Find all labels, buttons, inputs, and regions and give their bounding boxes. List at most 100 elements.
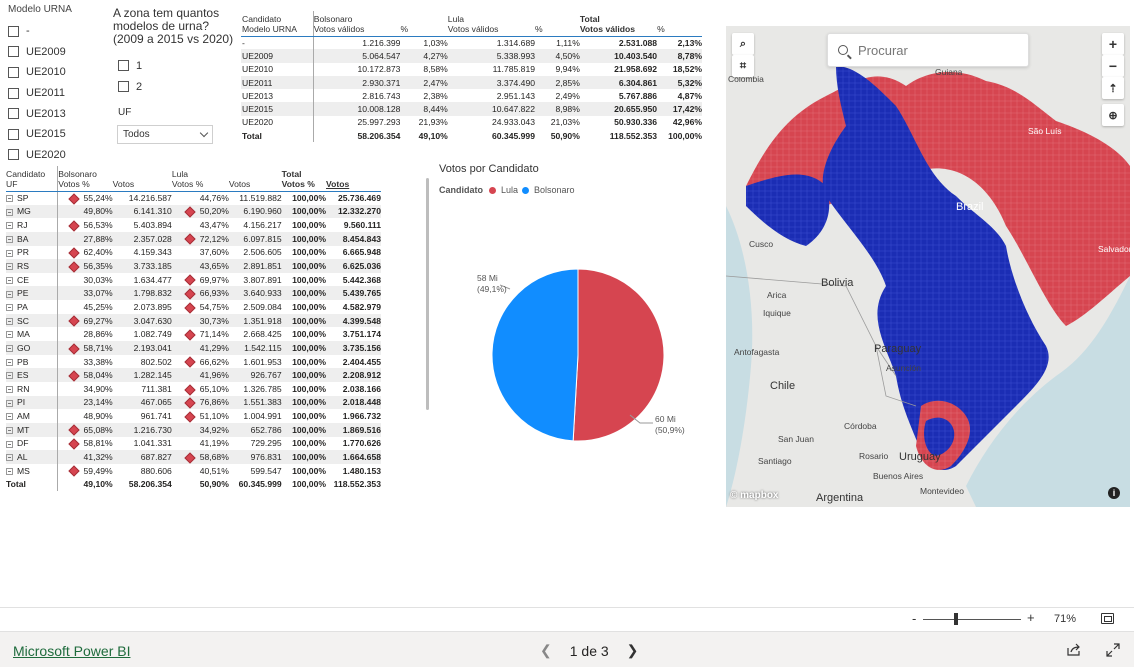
prev-page-icon[interactable]: ❮ [540,642,552,659]
zoom-to-fit-icon[interactable]: ⊕ [1102,104,1124,126]
table-cell: 100,00% [281,341,327,355]
table-cell-value: 1.551.383 [243,397,282,408]
checkbox[interactable] [8,128,19,140]
expand-icon[interactable] [6,372,13,380]
share-icon[interactable] [1067,643,1081,656]
expand-icon[interactable] [6,386,13,394]
compass-icon[interactable]: ⇡ [1102,77,1124,99]
expand-icon[interactable] [6,208,13,216]
expand-icon[interactable] [6,304,13,312]
slicer-option[interactable]: UE2020 [8,145,104,166]
pie-slice-lula[interactable] [572,268,665,442]
lasso-select-icon[interactable]: ⌕ [732,33,754,55]
table-cell-value: 2.357.028 [133,233,172,244]
checkbox[interactable] [8,46,19,58]
expand-icon[interactable] [6,195,13,203]
slicer-option[interactable]: - [8,21,104,42]
table-cell: 76,86% [171,395,229,410]
table-cell-value: 2.038.166 [342,383,381,394]
expand-icon[interactable] [6,413,13,421]
table-cell-value: 33,38% [83,356,113,367]
slicer-option[interactable]: UE2010 [8,62,104,83]
legend-item-bolsonaro[interactable]: Bolsonaro [534,185,575,195]
zoom-in-button[interactable]: + [1102,33,1124,55]
table-cell: 41,29% [171,341,229,355]
slicer-option[interactable]: UE2013 [8,103,104,124]
expand-icon[interactable] [6,317,13,325]
expand-icon[interactable] [6,290,13,298]
uf-dropdown[interactable]: Todos [117,125,213,144]
table-cell: - [241,36,314,50]
expand-icon[interactable] [6,399,13,407]
checkbox[interactable] [8,108,19,120]
expand-icon[interactable] [6,276,13,284]
slicer-option[interactable]: 2 [118,76,238,97]
expand-icon[interactable] [6,467,13,475]
slicer-option[interactable]: 1 [118,55,238,76]
table-cell: 1.216.399 [362,37,401,48]
legend-item-lula[interactable]: Lula [501,185,518,195]
expand-icon[interactable] [6,263,13,271]
expand-icon[interactable] [6,235,13,243]
table-header-row: Candidato Bolsonaro Lula Total [241,11,702,24]
table-cell: 6.304.861 [579,75,658,90]
table-cell: 1.966.732 [326,409,381,423]
scrollbar[interactable] [426,178,429,410]
table-cell: 100,00% [281,422,327,437]
slicer-zona: A zona tem quantos modelos de urna? (200… [113,7,238,144]
fullscreen-icon[interactable] [1106,643,1120,657]
expand-icon[interactable] [6,440,13,448]
rect-select-icon[interactable]: ⌗ [732,55,754,77]
checkbox[interactable] [118,81,129,92]
slicer-option-label: UE2015 [26,128,66,141]
slicer-option[interactable]: UE2015 [8,124,104,145]
table-cell: 34,92% [171,422,229,437]
table-header-label: Votos % [171,178,204,189]
table-cell: 4,50% [535,49,580,63]
table-header-cell[interactable] [326,166,381,179]
table-cell: UE2015 [241,102,314,116]
table-cell: 42,96% [672,117,702,128]
expand-icon[interactable] [6,454,13,462]
table-cell-value: MS [17,465,30,476]
table-cell: Lula [447,13,465,24]
info-icon[interactable]: i [1108,487,1120,499]
zoom-out-control[interactable]: - [912,611,916,626]
checkbox[interactable] [8,87,19,99]
checkbox[interactable] [8,66,19,78]
table-cell-value: 2.208.912 [342,370,381,381]
zoom-slider-track[interactable] [923,619,1021,620]
power-bi-link[interactable]: Microsoft Power BI [13,643,130,659]
table-cell-value: 1.770.626 [342,438,381,449]
expand-icon[interactable] [6,249,13,257]
table-cell-value: 2.891.851 [243,261,282,272]
zoom-out-button[interactable]: − [1102,55,1124,77]
expand-icon[interactable] [6,222,13,230]
fit-to-page-icon[interactable] [1101,613,1114,624]
expand-icon[interactable] [6,345,13,353]
table-row: SP 55,24% 14.216.587 44,76% 11.519.882 100,00… [6,191,381,205]
map-search-box[interactable]: Procurar [827,33,1029,67]
map[interactable]: Colombia Guiana São Luís Brazil Salvador… [726,26,1130,507]
table-cell: 1.041.331 [113,437,172,451]
zoom-slider-thumb[interactable] [954,613,958,625]
checkbox[interactable] [118,60,129,71]
expand-icon[interactable] [6,358,13,366]
table-cell-value: 65,10% [199,383,229,394]
expand-icon[interactable] [6,426,13,434]
zoom-in-control[interactable]: + [1027,610,1035,625]
table-cell: 2.193.041 [112,341,172,355]
slicer-option[interactable]: UE2011 [8,83,104,104]
expand-icon[interactable] [6,331,13,339]
table-cell: UE2013 [241,89,314,103]
table-header-cell[interactable]: Votos [326,178,381,192]
checkbox[interactable] [8,25,19,37]
next-page-icon[interactable]: ❯ [627,642,639,659]
table-cell-value: CE [17,274,29,285]
slicer-option[interactable]: UE2009 [8,42,104,63]
table-cell: 961.741 [113,409,172,423]
table-header-label: Votos [326,178,350,189]
checkbox[interactable] [8,149,19,161]
table-cell: 9,94% [555,64,580,75]
table-cell: 23,14% [57,395,113,410]
